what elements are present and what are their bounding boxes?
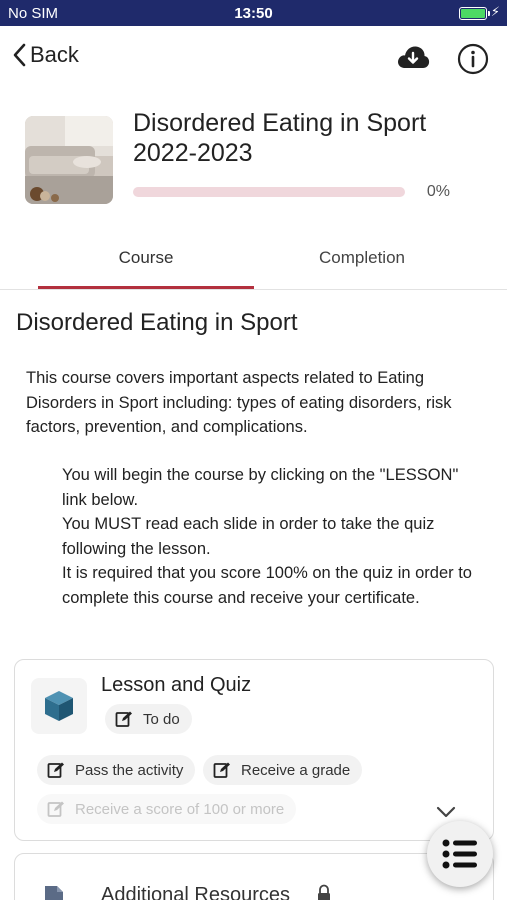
clock: 13:50 [234, 5, 273, 22]
activity-card-lesson-quiz[interactable]: Lesson and Quiz To do Pass the activity … [14, 659, 494, 841]
activity-title[interactable]: Additional Resources [101, 884, 290, 900]
tab-course[interactable]: Course [38, 232, 254, 289]
edit-icon [47, 762, 64, 778]
completion-condition: Receive a score of 100 or more [37, 794, 297, 824]
activity-card-additional-resources[interactable]: Additional Resources [14, 853, 494, 900]
instruction-line: You MUST read each slide in order to tak… [62, 515, 435, 558]
tab-bar: Course Completion [0, 232, 507, 290]
info-icon[interactable] [457, 43, 489, 75]
course-index-button[interactable] [427, 821, 493, 887]
progress-percentage: 0% [426, 183, 450, 200]
cloud-download-icon[interactable] [396, 44, 430, 70]
battery-icon [459, 7, 490, 20]
completion-condition: Receive a grade [203, 755, 363, 785]
back-label: Back [30, 42, 79, 67]
course-thumbnail [25, 116, 113, 204]
condition-label: Pass the activity [75, 761, 184, 779]
instruction-line: You will begin the course by clicking on… [62, 466, 459, 509]
cube-icon [45, 691, 73, 721]
tab-completion[interactable]: Completion [254, 232, 470, 289]
status-label: To do [143, 710, 180, 728]
edit-icon [115, 711, 132, 727]
condition-label: Receive a score of 100 or more [75, 800, 285, 818]
back-button[interactable]: Back [12, 42, 79, 68]
status-badge: To do [105, 704, 192, 734]
course-summary: This course covers important aspects rel… [26, 369, 452, 436]
top-navigation: Back [0, 26, 507, 92]
condition-label: Receive a grade [241, 761, 351, 779]
section-title: Disordered Eating in Sport [16, 309, 298, 336]
activity-title[interactable]: Lesson and Quiz [101, 674, 251, 697]
chevron-left-icon [13, 43, 26, 67]
course-instructions: You will begin the course by clicking on… [62, 463, 482, 610]
file-icon [45, 886, 63, 900]
completion-condition: Pass the activity [37, 755, 196, 785]
course-progress-bar [133, 187, 405, 197]
instruction-line: It is required that you score 100% on th… [62, 564, 472, 607]
edit-icon [213, 762, 230, 778]
edit-icon [47, 801, 64, 817]
list-icon [442, 839, 477, 869]
activity-icon-box [31, 678, 87, 734]
status-bar: No SIM 13:50 ⚡ [0, 0, 507, 26]
course-title: Disordered Eating in Sport 2022-2023 [133, 109, 427, 167]
lock-icon [318, 884, 330, 900]
charging-icon: ⚡ [490, 4, 500, 19]
chevron-down-icon[interactable] [435, 805, 457, 819]
